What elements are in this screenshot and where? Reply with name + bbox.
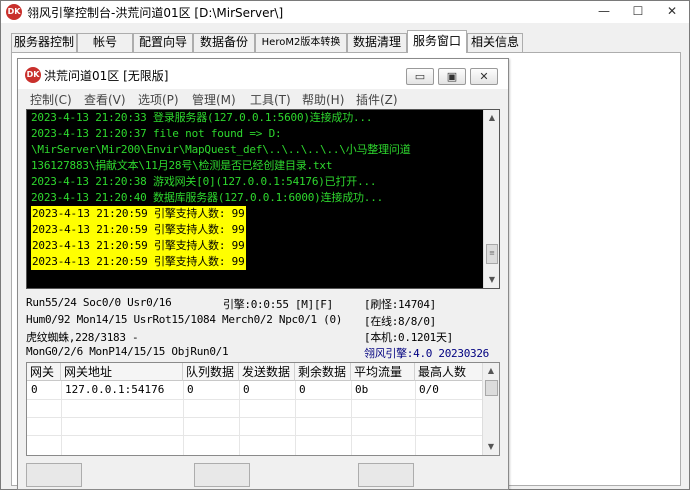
tab-herom2-convert[interactable]: HeroM2版本转换 <box>255 33 347 52</box>
machine-uptime: [本机:0.1201天] <box>364 331 454 344</box>
log-line: 2023-4-13 21:20:40 数据库服务器(127.0.0.1:6000… <box>31 191 384 204</box>
menu-bar: 控制(C) 查看(V) 选项(P) 管理(M) 工具(T) 帮助(H) 插件(Z… <box>18 89 508 109</box>
tab-server-control[interactable]: 服务器控制 <box>11 33 77 52</box>
log-line-highlighted: 2023-4-13 21:20:59 引擎支持人数: 99 <box>31 222 246 238</box>
gateway-cell-avg-flow[interactable]: 0b <box>351 381 368 399</box>
app-logo-icon: DK <box>6 4 22 20</box>
log-line: 2023-4-13 21:20:38 游戏网关[0](127.0.0.1:541… <box>31 175 377 188</box>
inner-minimize-button[interactable]: ▭ <box>406 68 434 85</box>
log-line-highlighted: 2023-4-13 21:20:59 引擎支持人数: 99 <box>31 206 246 222</box>
column-header[interactable]: 剩余数据 <box>295 363 351 381</box>
scroll-down-icon[interactable]: ▼ <box>483 439 499 455</box>
engine-version: 翎风引擎:4.0 20230326 <box>364 347 489 360</box>
row-divider <box>27 435 483 436</box>
online-count: [在线:8/8/0] <box>364 315 436 328</box>
row-divider <box>27 417 483 418</box>
scroll-thumb[interactable]: ≡ <box>486 244 498 264</box>
bottom-button-row <box>18 459 508 489</box>
column-header[interactable]: 队列数据 <box>183 363 239 381</box>
close-icon[interactable]: ✕ <box>657 1 687 21</box>
inner-title-bar: DK 洪荒问道01区 [无限版] ▭ ▣ ✕ <box>18 59 508 89</box>
log-line: 2023-4-13 21:20:33 登录服务器(127.0.0.1:5600)… <box>31 111 373 124</box>
menu-control[interactable]: 控制(C) <box>30 91 72 108</box>
window-title: 翎风引擎控制台-洪荒问道01区 [D:\MirServer\] <box>27 6 284 20</box>
log-line: 136127883\捐献文本\11月28号\检测是否已经创建目录.txt <box>31 159 333 172</box>
minimize-icon[interactable]: — <box>589 1 619 21</box>
log-console[interactable]: 2023-4-13 21:20:33 登录服务器(127.0.0.1:5600)… <box>26 109 500 289</box>
gateway-cell-index[interactable]: 0 <box>27 381 38 399</box>
gateway-cell-remaining[interactable]: 0 <box>295 381 306 399</box>
scroll-down-icon[interactable]: ▼ <box>484 272 499 288</box>
table-header: 网关 网关地址 队列数据 发送数据 剩余数据 平均流量 最高人数 <box>27 363 483 381</box>
gateway-cell-queue[interactable]: 0 <box>183 381 194 399</box>
mongen-stats: MonG0/2/6 MonP14/15/15 ObjRun0/1 <box>26 345 229 358</box>
inner-window-title: 洪荒问道01区 [无限版] <box>44 69 169 83</box>
menu-help[interactable]: 帮助(H) <box>302 91 344 108</box>
inner-maximize-button[interactable]: ▣ <box>438 68 466 85</box>
menu-view[interactable]: 查看(V) <box>84 91 126 108</box>
row-divider <box>27 399 483 400</box>
maximize-icon[interactable]: ☐ <box>623 1 653 21</box>
run-stats: Run55/24 Soc0/0 Usr0/16 <box>26 296 172 309</box>
log-line-highlighted: 2023-4-13 21:20:59 引擎支持人数: 99 <box>31 254 246 270</box>
tab-data-cleanup[interactable]: 数据清理 <box>347 33 407 52</box>
table-scrollbar[interactable]: ▲ ▼ <box>482 363 499 455</box>
monster-refresh-count: [刷怪:14704] <box>364 298 436 311</box>
inner-app-logo-icon: DK <box>25 67 41 83</box>
log-line-highlighted: 2023-4-13 21:20:59 引擎支持人数: 99 <box>31 238 246 254</box>
log-line: 2023-4-13 21:20:37 file not found => D: <box>31 127 282 140</box>
engine-uptime: 引擎:0:0:55 [M][F] <box>223 298 333 311</box>
tab-account[interactable]: 帐号 <box>77 33 133 52</box>
tab-related-info[interactable]: 相关信息 <box>467 33 523 52</box>
gateway-cell-max-users[interactable]: 0/0 <box>415 381 439 399</box>
inner-close-button[interactable]: ✕ <box>470 68 498 85</box>
scroll-thumb[interactable] <box>485 380 498 396</box>
gateway-table: 网关 网关地址 队列数据 发送数据 剩余数据 平均流量 最高人数 0 127.0… <box>26 362 500 456</box>
bottom-button[interactable] <box>26 463 82 487</box>
log-line: \MirServer\Mir200\Envir\MapQuest_def\..\… <box>31 143 411 156</box>
column-header[interactable]: 平均流量 <box>351 363 415 381</box>
bottom-button[interactable] <box>358 463 414 487</box>
log-scrollbar[interactable]: ▲ ≡ ▼ <box>483 110 499 288</box>
menu-options[interactable]: 选项(P) <box>138 91 179 108</box>
menu-tools[interactable]: 工具(T) <box>250 91 291 108</box>
gateway-cell-sent[interactable]: 0 <box>239 381 250 399</box>
column-header[interactable]: 最高人数 <box>415 363 483 381</box>
scroll-up-icon[interactable]: ▲ <box>483 363 499 379</box>
tab-data-backup[interactable]: 数据备份 <box>193 33 255 52</box>
bottom-button[interactable] <box>194 463 250 487</box>
column-header[interactable]: 发送数据 <box>239 363 295 381</box>
service-window: DK 洪荒问道01区 [无限版] ▭ ▣ ✕ 控制(C) 查看(V) 选项(P)… <box>17 58 509 490</box>
gateway-cell-address[interactable]: 127.0.0.1:54176 <box>61 381 164 399</box>
monster-info: 虎纹蜘蛛,228/3183 - <box>26 331 139 344</box>
tab-config-wizard[interactable]: 配置向导 <box>133 33 193 52</box>
title-bar: DK 翎风引擎控制台-洪荒问道01区 [D:\MirServer\] — ☐ ✕ <box>1 1 689 23</box>
column-header[interactable]: 网关 <box>27 363 61 381</box>
scroll-up-icon[interactable]: ▲ <box>484 110 499 126</box>
menu-plugins[interactable]: 插件(Z) <box>356 91 398 108</box>
menu-manage[interactable]: 管理(M) <box>192 91 236 108</box>
hum-stats: Hum0/92 Mon14/15 UsrRot15/1084 Merch0/2 … <box>26 313 343 326</box>
tab-service-window[interactable]: 服务窗口 <box>407 30 467 53</box>
column-header[interactable]: 网关地址 <box>61 363 183 381</box>
